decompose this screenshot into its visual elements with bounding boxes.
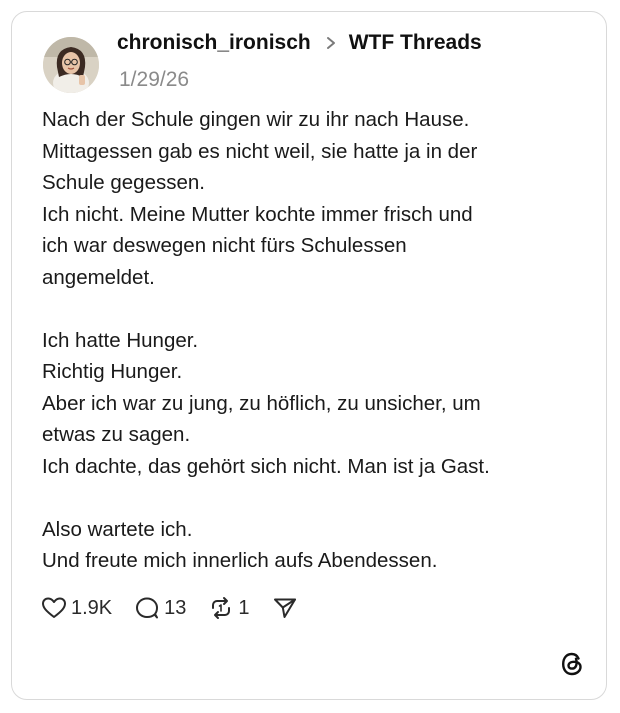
- community-name[interactable]: WTF Threads: [349, 31, 482, 55]
- reply-button[interactable]: 13: [134, 596, 186, 620]
- post-line: Ich dachte, das gehört sich nicht. Man i…: [42, 454, 490, 478]
- action-bar: 1.9K 13 1: [41, 596, 320, 620]
- post-line: Also wartete ich.: [42, 517, 193, 541]
- repost-button[interactable]: 1: [208, 596, 250, 620]
- post-line: Ich nicht. Meine Mutter kochte immer fri…: [42, 202, 473, 226]
- post-line: Und freute mich innerlich aufs Abendesse…: [42, 549, 438, 572]
- heart-icon: [42, 597, 66, 618]
- threads-logo-icon[interactable]: [557, 649, 587, 679]
- post-date[interactable]: 1/29/26: [119, 68, 189, 92]
- repost-icon: [212, 597, 231, 619]
- reply-count: 13: [164, 596, 187, 619]
- comment-bubble-icon: [136, 597, 159, 619]
- repost-count: 1: [238, 596, 250, 619]
- post-line: Richtig Hunger.: [42, 360, 183, 383]
- avatar-image: [43, 37, 99, 93]
- share-button[interactable]: [272, 596, 298, 620]
- post-line: Schule gegessen.: [42, 171, 205, 194]
- avatar[interactable]: [43, 37, 99, 93]
- post-line: Ich hatte Hunger.: [42, 328, 199, 352]
- chevron-right-icon: [326, 37, 335, 49]
- post-line: Nach der Schule gingen wir zu ihr nach H…: [42, 108, 470, 131]
- like-button[interactable]: 1.9K: [41, 596, 112, 620]
- post-card: chronisch_ironisch WTF Threads 1/29/26 N…: [11, 11, 607, 700]
- like-count: 1.9K: [71, 596, 113, 619]
- post-line: Aber ich war zu jung, zu höflich, zu uns…: [42, 391, 481, 415]
- post-body: Nach der Schule gingen wir zu ihr nach H…: [42, 104, 582, 577]
- post-line: Mittagessen gab es nicht weil, sie hatte…: [42, 139, 478, 163]
- author-name[interactable]: chronisch_ironisch: [117, 31, 311, 55]
- post-header: chronisch_ironisch WTF Threads: [117, 31, 482, 55]
- post-line: ich war deswegen nicht fürs Schulessen: [42, 234, 407, 257]
- send-icon: [273, 598, 296, 618]
- post-line: angemeldet.: [42, 265, 155, 289]
- post-line: etwas zu sagen.: [42, 423, 191, 446]
